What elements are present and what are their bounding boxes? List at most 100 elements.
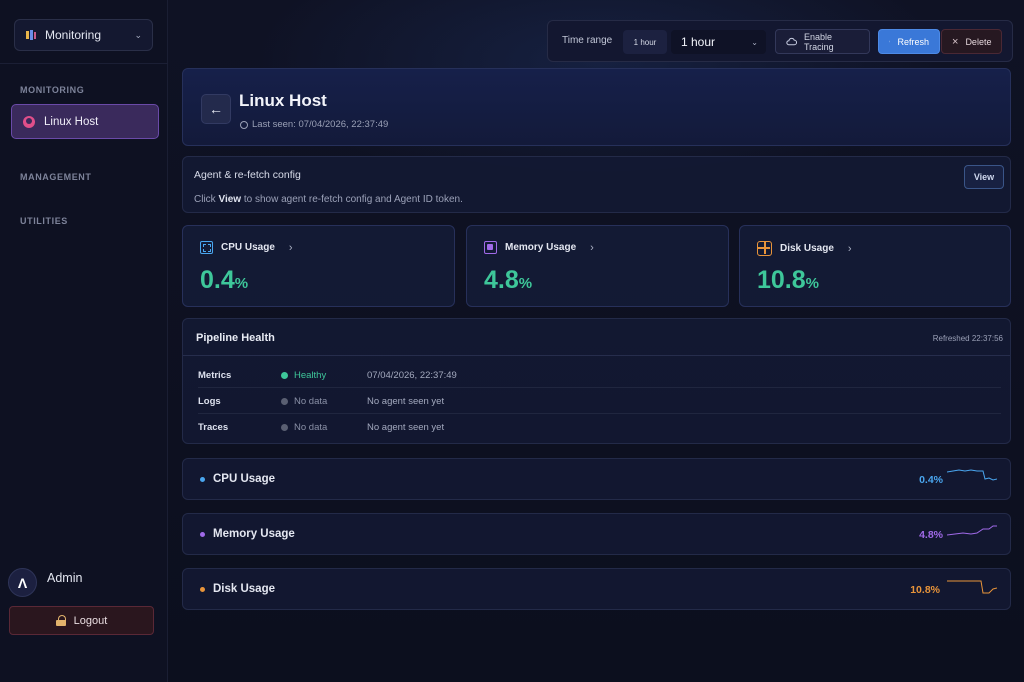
enable-tracing-button[interactable]: Enable Tracing [775, 29, 870, 54]
cloud-icon [786, 37, 797, 45]
last-seen-text: Last seen: 07/04/2026, 22:37:49 [252, 119, 389, 130]
sidebar-divider [0, 63, 168, 64]
pipeline-status-text: No data [294, 395, 328, 407]
pipeline-row-detail: No agent seen yet [367, 422, 445, 433]
pipeline-row-name: Logs [198, 395, 221, 407]
user-name: Admin [47, 570, 83, 585]
config-title: Agent & re-fetch config [194, 169, 301, 181]
pipeline-row-status: Healthy [281, 370, 367, 381]
pipeline-divider [183, 355, 1010, 356]
linux-icon [23, 115, 35, 128]
config-desc-prefix: Click [194, 194, 219, 205]
section-label-utilities[interactable]: UTILITIES [20, 216, 68, 226]
metric-row-name: CPU Usage [213, 473, 275, 485]
view-config-button[interactable]: View [964, 165, 1004, 189]
enable-tracing-label: Enable Tracing [804, 31, 834, 52]
last-seen: Last seen: 07/04/2026, 22:37:49 [240, 119, 388, 130]
sidebar: Monitoring ⌄ MONITORING Linux Host MANAG… [0, 0, 168, 682]
stat-card-value: 0.4% [200, 266, 248, 295]
app-root: Monitoring ⌄ MONITORING Linux Host MANAG… [0, 0, 1024, 682]
chevron-right-icon: › [288, 241, 293, 254]
memory-sparkline [947, 525, 997, 536]
refresh-button[interactable]: Refresh [878, 29, 940, 54]
stat-card-value: 4.8% [484, 266, 532, 295]
time-range-select[interactable]: 1 hour ⌄ [671, 30, 766, 54]
app-switcher[interactable]: Monitoring ⌄ [14, 19, 153, 51]
metric-row-name: Disk Usage [213, 583, 276, 595]
pipeline-row-traces: Traces No data No agent seen yet [198, 415, 1001, 440]
status-dot-nodata [281, 397, 288, 405]
delete-label: Delete [965, 36, 992, 47]
stat-card-value: 10.8% [757, 266, 819, 295]
status-dot-healthy [281, 371, 288, 379]
metric-row-memory[interactable]: Memory Usage 4.8% [182, 513, 1011, 555]
config-desc-suffix: to show agent re-fetch config and Agent … [241, 194, 463, 205]
user-profile: Λ Admin [8, 568, 82, 597]
pipeline-row-detail: No agent seen yet [367, 395, 445, 407]
cpu-icon [200, 241, 213, 254]
stat-card-label: CPU Usage [221, 242, 275, 253]
delete-button[interactable]: × Delete [941, 29, 1002, 54]
arrow-left-icon: ← [209, 101, 223, 117]
status-dot-nodata [281, 424, 288, 431]
pipeline-row-name: Traces [198, 422, 229, 433]
stat-value-unit: % [518, 275, 533, 292]
metric-row-label: CPU Usage [200, 473, 275, 485]
stat-card-memory[interactable]: Memory Usage › 4.8% [466, 225, 729, 307]
stat-card-cpu[interactable]: CPU Usage › 0.4% [182, 225, 455, 307]
stat-card-label: Disk Usage [780, 243, 834, 254]
metric-row-value: 10.8% [910, 584, 940, 596]
series-dot [200, 531, 205, 537]
disk-sparkline [947, 580, 997, 594]
chevron-down-icon: ⌄ [751, 37, 758, 47]
time-range-label: Time range [562, 35, 613, 46]
time-range-pill[interactable]: 1 hour [623, 30, 667, 54]
pipeline-refreshed: Refreshed 22:37:56 [932, 334, 1003, 343]
app-switcher-label: Monitoring [45, 28, 102, 42]
lock-icon [55, 615, 66, 626]
stat-card-header: Memory Usage › [484, 241, 594, 254]
page-title: Linux Host [239, 91, 327, 110]
logout-label: Logout [73, 614, 108, 627]
stat-card-disk[interactable]: Disk Usage › 10.8% [739, 225, 1011, 307]
metric-row-disk[interactable]: Disk Usage 10.8% [182, 568, 1011, 610]
pipeline-row-logs: Logs No data No agent seen yet [198, 389, 1001, 414]
chevron-down-icon: ⌄ [134, 29, 142, 40]
pipeline-title: Pipeline Health [196, 332, 275, 344]
cpu-sparkline [947, 469, 997, 481]
metric-row-cpu[interactable]: CPU Usage 0.4% [182, 458, 1011, 500]
pipeline-health-card: Pipeline Health Refreshed 22:37:56 Metri… [182, 318, 1011, 444]
sidebar-item-label: Linux Host [44, 115, 99, 128]
pipeline-row-status: No data [281, 422, 367, 433]
section-label-management[interactable]: MANAGEMENT [20, 172, 92, 182]
back-button[interactable]: ← [201, 94, 231, 124]
close-icon: × [952, 35, 959, 48]
config-desc-bold: View [218, 194, 242, 205]
avatar[interactable]: Λ [8, 568, 37, 597]
stat-value-number: 10.8 [757, 266, 806, 294]
refresh-icon [889, 40, 891, 43]
stat-value-number: 4.8 [484, 266, 519, 294]
sidebar-item-linux-host[interactable]: Linux Host [11, 104, 159, 139]
agent-config-card: Agent & re-fetch config Click View to sh… [182, 156, 1011, 213]
pipeline-row-metrics: Metrics Healthy 07/04/2026, 22:37:49 [198, 363, 1001, 388]
metric-row-value: 0.4% [919, 474, 943, 486]
logout-button[interactable]: Logout [9, 606, 154, 635]
chevron-right-icon: › [847, 242, 852, 255]
metric-row-value: 4.8% [919, 529, 943, 541]
stat-value-unit: % [805, 275, 820, 292]
pipeline-row-detail: 07/04/2026, 22:37:49 [367, 369, 457, 381]
pipeline-status-text: Healthy [294, 369, 327, 381]
series-dot [200, 476, 205, 482]
toolbar: Time range 1 hour 1 hour ⌄ Enable Tracin… [547, 20, 1013, 62]
stat-card-header: Disk Usage › [757, 241, 852, 256]
stat-card-header: CPU Usage › [200, 241, 293, 254]
pipeline-row-status: No data [281, 396, 367, 407]
chevron-right-icon: › [590, 241, 594, 254]
metric-row-label: Memory Usage [200, 528, 295, 540]
disk-icon [757, 241, 772, 256]
series-dot [200, 586, 205, 592]
time-range-selected: 1 hour [681, 35, 716, 49]
pipeline-row-name: Metrics [198, 369, 232, 381]
metric-row-label: Disk Usage [200, 583, 275, 595]
